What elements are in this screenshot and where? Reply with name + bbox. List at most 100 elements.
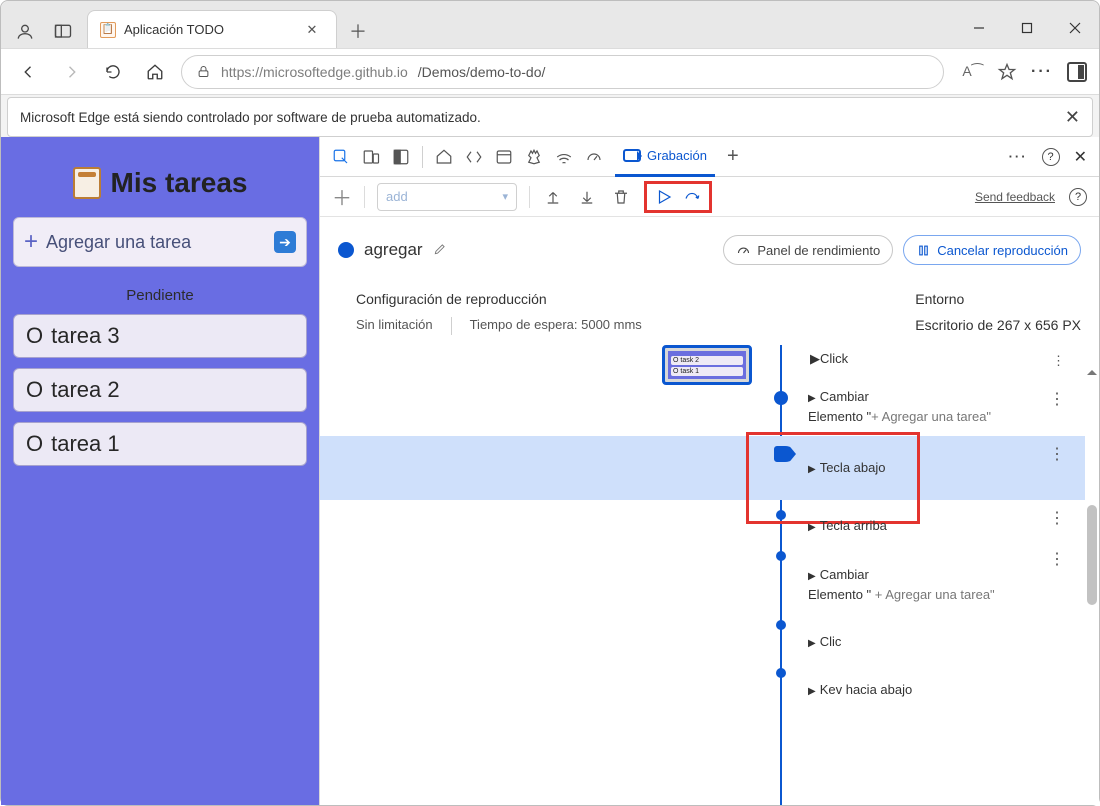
tab-strip: 📋 Aplicación TODO ✕ ＋ bbox=[81, 10, 955, 48]
recording-header: agregar Panel de rendimiento Cancelar re… bbox=[320, 217, 1099, 273]
recording-timeline: O task 2 O task 1 ▶Click ⋮ ▶Cambiar Elem… bbox=[320, 345, 1099, 805]
step-menu-button[interactable]: ⋮ bbox=[1049, 444, 1065, 464]
camera-icon bbox=[623, 149, 641, 162]
performance-panel-button[interactable]: Panel de rendimiento bbox=[723, 235, 893, 265]
rename-button[interactable] bbox=[433, 242, 447, 259]
new-tab-button[interactable]: ＋ bbox=[341, 14, 375, 48]
sidebar-toggle-button[interactable] bbox=[1067, 62, 1087, 82]
radio-icon: O bbox=[26, 323, 43, 349]
task-row[interactable]: Otarea 1 bbox=[13, 422, 307, 466]
step-detail: Elemento " bbox=[808, 409, 871, 424]
profile-icon[interactable] bbox=[15, 22, 35, 42]
step-detail-extra: + Agregar una tarea" bbox=[871, 409, 991, 424]
help-button[interactable]: ? bbox=[1042, 148, 1060, 166]
step-detail: Elemento " bbox=[808, 587, 871, 602]
step-row[interactable]: ▶Cambiar Elemento " + Agregar una tarea"… bbox=[320, 541, 1085, 610]
step-row[interactable]: ▶Tecla arriba ⋮ bbox=[320, 500, 1085, 542]
banner-text: Microsoft Edge está siendo controlado po… bbox=[20, 110, 481, 125]
export-button[interactable] bbox=[576, 186, 598, 208]
welcome-tab-icon[interactable] bbox=[435, 148, 453, 166]
recorder-toolbar: ＋ add ▾ Send feedback ? bbox=[320, 177, 1099, 217]
cancel-playback-button[interactable]: Cancelar reproducción bbox=[903, 235, 1081, 265]
devtools-close-button[interactable]: ✕ bbox=[1074, 147, 1087, 167]
recorder-tab[interactable]: Grabación bbox=[615, 137, 715, 177]
import-button[interactable] bbox=[542, 186, 564, 208]
step-row[interactable]: ▶Cambiar Elemento "+ Agregar una tarea" … bbox=[320, 381, 1085, 432]
elements-tab-icon[interactable] bbox=[465, 148, 483, 166]
task-label: tarea 3 bbox=[51, 323, 120, 349]
step-row[interactable]: ▶Kev hacia abajo bbox=[320, 658, 1085, 706]
scrollbar[interactable] bbox=[1087, 365, 1097, 705]
tab-title: Aplicación TODO bbox=[124, 22, 224, 37]
step-menu-button[interactable]: ⋮ bbox=[1052, 353, 1065, 369]
radio-icon: O bbox=[26, 377, 43, 403]
recording-indicator-icon bbox=[338, 242, 354, 258]
inspect-icon[interactable] bbox=[332, 148, 350, 166]
favicon-icon: 📋 bbox=[100, 22, 116, 38]
step-row-current[interactable]: ▶Tecla abajo ⋮ bbox=[320, 436, 1085, 500]
sources-tab-icon[interactable] bbox=[525, 148, 543, 166]
delete-button[interactable] bbox=[610, 186, 632, 208]
step-label: Clic bbox=[820, 634, 842, 649]
window-close-button[interactable] bbox=[1051, 8, 1099, 48]
devtools-menu-button[interactable]: ··· bbox=[1009, 149, 1028, 164]
app-title-text: Mis tareas bbox=[111, 167, 248, 199]
app-title: Mis tareas bbox=[13, 149, 307, 217]
throttle-value[interactable]: Sin limitación bbox=[356, 317, 433, 335]
forward-button[interactable] bbox=[55, 56, 87, 88]
step-menu-button[interactable]: ⋮ bbox=[1049, 389, 1065, 409]
devtools-panel: Grabación + ··· ? ✕ ＋ add ▾ bbox=[319, 137, 1099, 805]
browser-tab[interactable]: 📋 Aplicación TODO ✕ bbox=[87, 10, 337, 48]
workspaces-icon[interactable] bbox=[53, 22, 73, 42]
pending-header: Pendiente bbox=[13, 287, 307, 304]
step-over-button[interactable] bbox=[681, 186, 703, 208]
console-tab-icon[interactable] bbox=[495, 148, 513, 166]
recorder-help-button[interactable]: ? bbox=[1069, 188, 1087, 206]
banner-close-button[interactable]: ✕ bbox=[1065, 107, 1080, 128]
content-area: Mis tareas + Agregar una tarea ➔ Pendien… bbox=[1, 137, 1099, 805]
back-button[interactable] bbox=[13, 56, 45, 88]
performance-tab-icon[interactable] bbox=[585, 148, 603, 166]
task-row[interactable]: Otarea 3 bbox=[13, 314, 307, 358]
radio-icon: O bbox=[26, 431, 43, 457]
automation-banner: Microsoft Edge está siendo controlado po… bbox=[7, 97, 1093, 137]
network-tab-icon[interactable] bbox=[555, 148, 573, 166]
devtools-tabs: Grabación + ··· ? ✕ bbox=[320, 137, 1099, 177]
recording-name-value: add bbox=[386, 189, 408, 204]
new-recording-button[interactable]: ＋ bbox=[332, 182, 352, 211]
docking-icon[interactable] bbox=[392, 148, 410, 166]
scroll-thumb[interactable] bbox=[1087, 505, 1097, 605]
refresh-button[interactable] bbox=[97, 56, 129, 88]
send-feedback-link[interactable]: Send feedback bbox=[975, 190, 1055, 204]
task-row[interactable]: Otarea 2 bbox=[13, 368, 307, 412]
url-box[interactable]: https://microsoftedge.github.io/Demos/de… bbox=[181, 55, 944, 89]
tab-close-button[interactable]: ✕ bbox=[300, 18, 324, 42]
playback-settings-header: Configuración de reproducción bbox=[356, 291, 642, 307]
environment-header: Entorno bbox=[915, 291, 1081, 307]
reader-mode-button[interactable]: A⁀ bbox=[962, 63, 983, 80]
submit-task-button[interactable]: ➔ bbox=[274, 231, 296, 253]
home-button[interactable] bbox=[139, 56, 171, 88]
timeout-value[interactable]: Tiempo de espera: 5000 mms bbox=[470, 317, 642, 335]
window-maximize-button[interactable] bbox=[1003, 8, 1051, 48]
step-label: Cambiar bbox=[820, 389, 869, 404]
recording-name-dropdown[interactable]: add ▾ bbox=[377, 183, 517, 211]
lock-icon bbox=[196, 64, 211, 79]
step-row[interactable]: ▶Click ⋮ bbox=[320, 345, 1085, 381]
favorite-button[interactable] bbox=[997, 62, 1017, 82]
playback-buttons-highlight bbox=[644, 181, 712, 213]
more-tabs-button[interactable]: + bbox=[727, 145, 739, 168]
step-menu-button[interactable]: ⋮ bbox=[1049, 549, 1065, 569]
step-row[interactable]: ▶Clic bbox=[320, 610, 1085, 658]
play-button[interactable] bbox=[653, 186, 675, 208]
recording-name: agregar bbox=[364, 240, 423, 260]
todo-app: Mis tareas + Agregar una tarea ➔ Pendien… bbox=[1, 137, 319, 805]
address-bar: https://microsoftedge.github.io/Demos/de… bbox=[1, 49, 1099, 95]
task-label: tarea 2 bbox=[51, 377, 120, 403]
window-minimize-button[interactable] bbox=[955, 8, 1003, 48]
add-task-input[interactable]: + Agregar una tarea ➔ bbox=[13, 217, 307, 267]
step-menu-button[interactable]: ⋮ bbox=[1049, 508, 1065, 528]
settings-menu-button[interactable]: ··· bbox=[1031, 63, 1053, 81]
device-toolbar-icon[interactable] bbox=[362, 148, 380, 166]
chevron-down-icon: ▾ bbox=[502, 190, 508, 203]
